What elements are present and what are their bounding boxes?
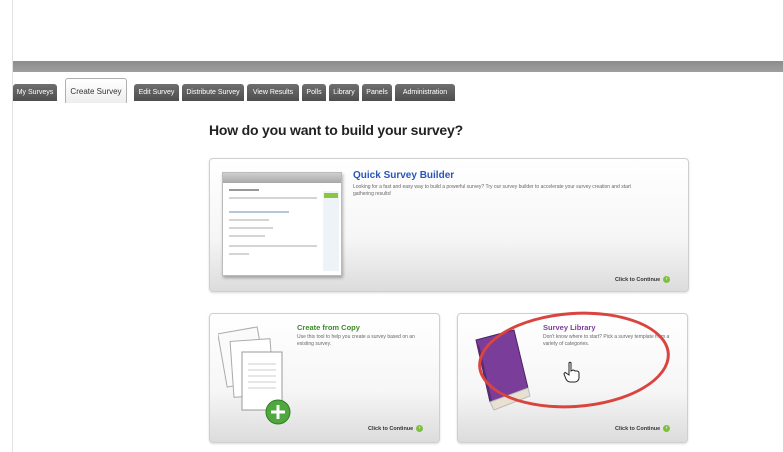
card-description: Use this tool to help you create a surve…	[297, 334, 415, 347]
arrow-icon: ›	[416, 425, 424, 432]
tab-administration[interactable]: Administration	[395, 84, 455, 101]
continue-label: Click to Continue	[615, 276, 661, 283]
documents-copy-icon	[218, 326, 291, 425]
continue-label: Click to Continue	[615, 425, 661, 432]
book-icon	[475, 329, 531, 411]
arrow-icon: ›	[663, 425, 671, 432]
continue-link[interactable]: Click to Continue ›	[368, 425, 424, 432]
tab-polls[interactable]: Polls	[302, 84, 326, 101]
card-title: Create from Copy	[297, 323, 360, 332]
quick-survey-builder-card[interactable]: Quick Survey Builder Looking for a fast …	[209, 158, 689, 292]
tab-panels[interactable]: Panels	[362, 84, 392, 101]
survey-library-card[interactable]: Survey Library Don't know where to start…	[457, 313, 688, 443]
tab-create-survey[interactable]: Create Survey	[65, 78, 127, 103]
continue-label: Click to Continue	[368, 425, 414, 432]
tab-library[interactable]: Library	[329, 84, 359, 101]
page-heading: How do you want to build your survey?	[209, 122, 463, 138]
tab-my-surveys[interactable]: My Surveys	[13, 84, 57, 101]
tab-edit-survey[interactable]: Edit Survey	[134, 84, 179, 101]
tab-bar: My Surveys Create Survey Edit Survey Dis…	[13, 40, 783, 103]
tab-distribute-survey[interactable]: Distribute Survey	[182, 84, 244, 101]
card-description: Looking for a fast and easy way to build…	[353, 184, 631, 197]
continue-link[interactable]: Click to Continue ›	[615, 425, 671, 432]
continue-link[interactable]: Click to Continue ›	[615, 276, 671, 283]
create-from-copy-card[interactable]: Create from Copy Use this tool to help y…	[209, 313, 440, 443]
tab-view-results[interactable]: View Results	[247, 84, 299, 101]
tab-underline	[13, 61, 783, 72]
card-description: Don't know where to start? Pick a survey…	[543, 334, 670, 347]
card-title: Quick Survey Builder	[353, 170, 455, 181]
arrow-icon: ›	[663, 276, 671, 283]
survey-builder-screenshot-image	[222, 172, 342, 276]
hand-cursor-icon	[563, 361, 580, 383]
card-title: Survey Library	[543, 323, 596, 332]
